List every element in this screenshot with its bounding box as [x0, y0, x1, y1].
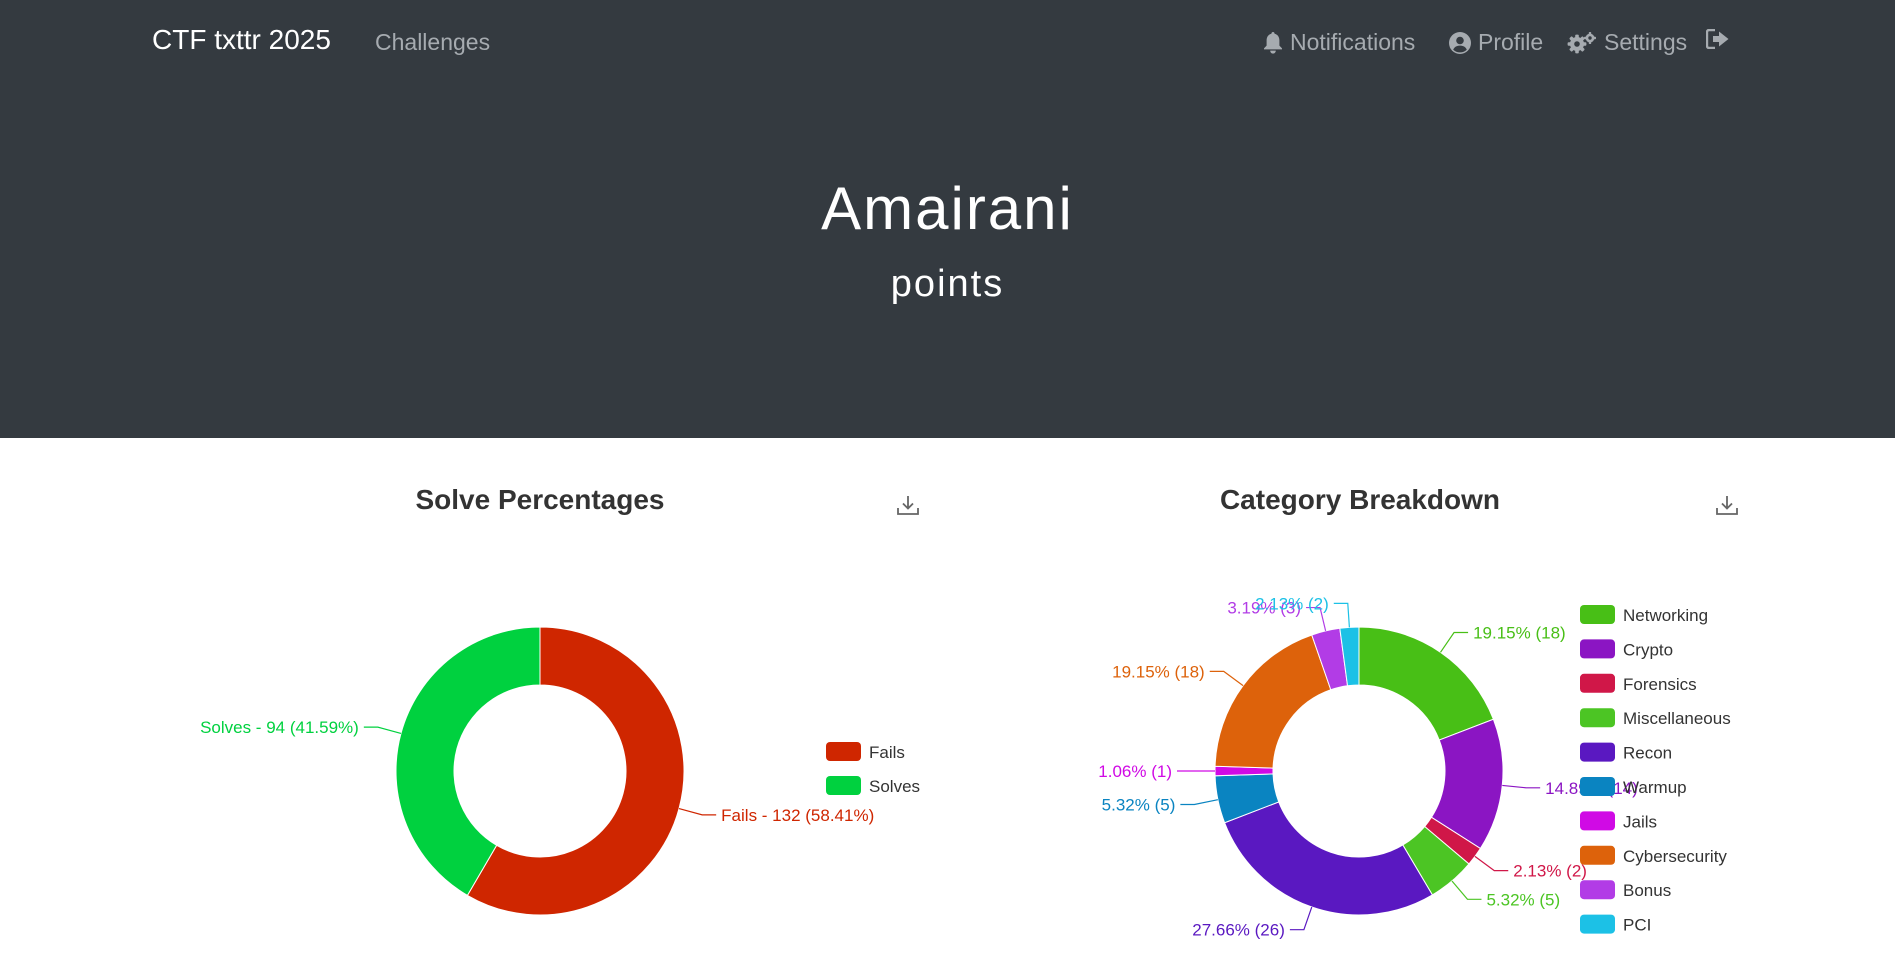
- data-label-networking: 19.15% (18): [1473, 623, 1566, 642]
- slice-recon[interactable]: [1223, 801, 1434, 916]
- legend-swatch-pci[interactable]: [1580, 914, 1615, 934]
- legend-item-pci[interactable]: PCI: [1623, 916, 1651, 935]
- legend-item-bonus[interactable]: Bonus: [1623, 881, 1671, 900]
- slice-cybersecurity[interactable]: [1214, 634, 1332, 769]
- category-breakdown-chart: 19.15% (18)14.89% (14)2.13% (2)5.32% (5)…: [1098, 594, 1731, 940]
- label-line-crypto: [1502, 784, 1541, 789]
- label-line-forensics: [1474, 855, 1509, 872]
- legend-swatch-bonus[interactable]: [1580, 880, 1615, 900]
- legend-swatch-cybersecurity[interactable]: [1580, 845, 1615, 865]
- data-label-pci: 2.13% (2): [1255, 594, 1329, 613]
- legend-swatch-crypto[interactable]: [1580, 639, 1615, 659]
- data-label-miscellaneous: 5.32% (5): [1486, 890, 1560, 909]
- label-line-warmup: [1180, 799, 1219, 806]
- legend-item-warmup[interactable]: Warmup: [1623, 778, 1687, 797]
- label-line-cybersecurity: [1209, 670, 1244, 687]
- legend-swatch-recon[interactable]: [1580, 742, 1615, 762]
- legend-swatch-miscellaneous[interactable]: [1580, 708, 1615, 728]
- label-line-networking: [1440, 631, 1469, 653]
- data-label-warmup: 5.32% (5): [1102, 795, 1176, 814]
- slice-networking[interactable]: [1358, 626, 1495, 741]
- legend-swatch-jails[interactable]: [1580, 811, 1615, 831]
- legend-item-jails[interactable]: Jails: [1623, 812, 1657, 831]
- legend-swatch-warmup[interactable]: [1580, 777, 1615, 796]
- label-line-pci: [1333, 602, 1350, 628]
- legend-item-networking[interactable]: Networking: [1623, 606, 1708, 625]
- data-label-forensics: 2.13% (2): [1513, 862, 1587, 881]
- legend-swatch-forensics[interactable]: [1580, 673, 1615, 693]
- legend-swatch-networking[interactable]: [1580, 605, 1615, 624]
- label-line-recon: [1289, 906, 1313, 931]
- data-label-jails: 1.06% (1): [1098, 762, 1172, 781]
- legend-item-crypto[interactable]: Crypto: [1623, 640, 1673, 659]
- legend-item-recon[interactable]: Recon: [1623, 744, 1672, 763]
- legend-item-forensics[interactable]: Forensics: [1623, 675, 1697, 694]
- legend-item-cybersecurity[interactable]: Cybersecurity: [1623, 847, 1727, 866]
- legend-item-miscellaneous[interactable]: Miscellaneous: [1623, 709, 1731, 728]
- data-label-recon: 27.66% (26): [1192, 921, 1285, 940]
- label-line-miscellaneous: [1451, 880, 1482, 900]
- data-label-cybersecurity: 19.15% (18): [1112, 662, 1205, 681]
